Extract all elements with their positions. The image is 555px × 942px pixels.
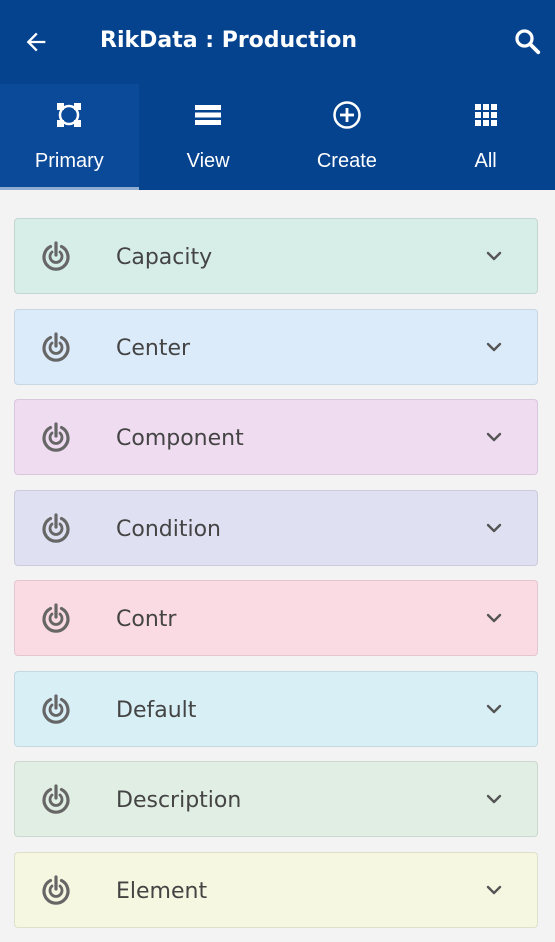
list-item[interactable]: Center [14, 308, 538, 385]
chevron-down-icon[interactable] [483, 426, 505, 448]
search-icon[interactable] [512, 26, 542, 56]
tab-view[interactable]: View [139, 84, 278, 190]
list-item-label: Contr [116, 607, 177, 632]
grid-icon [474, 104, 497, 126]
primary-icon [57, 103, 82, 127]
active-tab-indicator [0, 187, 139, 190]
list-item[interactable]: Condition [14, 489, 538, 566]
chevron-down-icon[interactable] [483, 517, 505, 539]
tab-label: Primary [34, 150, 104, 172]
list-item-label: Capacity [116, 245, 213, 270]
tab-create[interactable]: Create [278, 84, 417, 190]
tab-label: View [186, 150, 230, 172]
list-item[interactable]: Element [14, 851, 538, 928]
power-icon [42, 422, 70, 452]
list-item[interactable]: Default [14, 670, 538, 747]
list-item-label: Center [116, 335, 191, 361]
list-item-label: Default [116, 697, 197, 723]
list-item-label: Description [116, 788, 242, 813]
chevron-down-icon[interactable] [483, 336, 505, 358]
chevron-down-icon[interactable] [483, 788, 505, 810]
chevron-down-icon[interactable] [483, 698, 505, 720]
power-icon [42, 331, 70, 362]
add-circle-icon [333, 101, 361, 129]
list-icon [195, 105, 222, 125]
power-icon [42, 784, 70, 814]
tab-label: All [474, 150, 497, 172]
tab-label: Create [316, 150, 377, 172]
list-item[interactable]: Capacity [14, 218, 538, 294]
arrow-left-icon[interactable] [22, 28, 50, 56]
page-title: RikData : Production [100, 28, 358, 53]
list-item[interactable]: Contr [14, 580, 538, 656]
app-bar: RikData : Production [0, 0, 555, 84]
category-list: Capacity Center Component Condition Contr Def… [14, 218, 538, 942]
tab-primary[interactable]: Primary [0, 84, 139, 190]
power-icon [42, 241, 70, 271]
chevron-down-icon[interactable] [483, 879, 505, 901]
chevron-down-icon[interactable] [483, 607, 505, 629]
tab-bar: Primary View Create All [0, 84, 555, 190]
power-icon [42, 512, 70, 543]
power-icon [42, 603, 70, 633]
tab-all[interactable]: All [416, 84, 555, 190]
chevron-down-icon[interactable] [483, 245, 505, 267]
list-item-label: Condition [116, 516, 221, 542]
power-icon [42, 874, 70, 905]
list-item[interactable]: Component [14, 399, 538, 475]
list-item[interactable]: Description [14, 761, 538, 837]
list-item-label: Component [116, 426, 244, 451]
power-icon [42, 693, 70, 724]
